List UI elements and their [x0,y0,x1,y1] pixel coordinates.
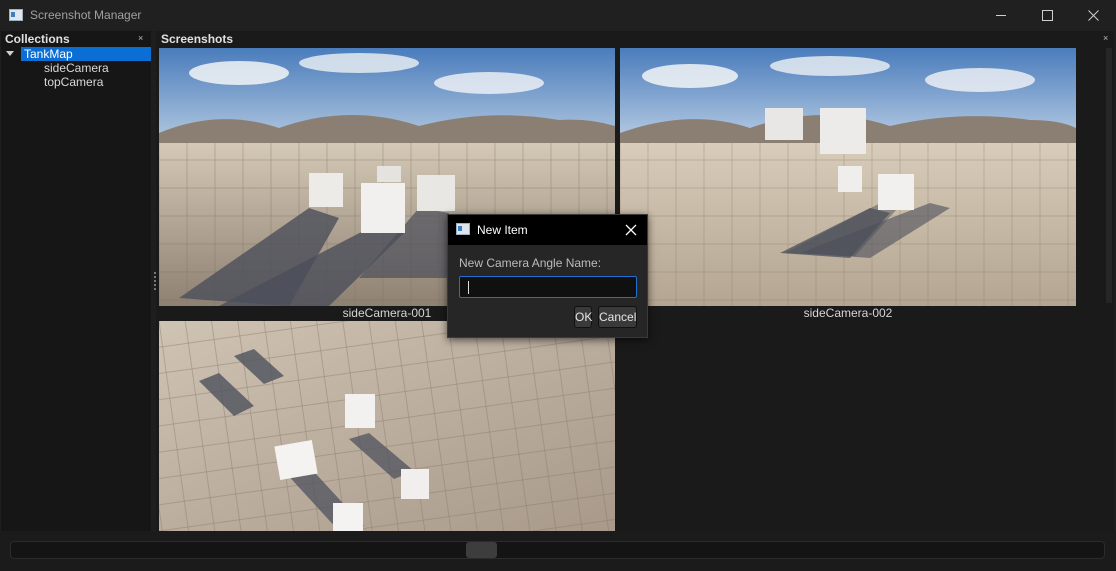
screenshot-caption: sideCamera-002 [803,306,893,320]
dialog-title: New Item [477,223,528,237]
tree-item-label: TankMap [24,47,73,61]
tree-item-label: sideCamera [44,61,109,75]
ok-button[interactable]: OK [574,306,592,328]
maximize-icon [1041,10,1053,21]
dialog-title-bar: New Item [448,215,647,245]
cancel-button[interactable]: Cancel [598,306,637,328]
minimize-icon [995,15,1006,16]
new-item-dialog: New Item New Camera Angle Name: OK Cance… [447,214,648,338]
close-icon [1087,10,1099,21]
screenshot-thumbnail[interactable] [159,321,615,531]
screenshot-thumbnail[interactable] [620,48,1076,306]
collections-panel [1,31,151,531]
close-icon[interactable] [624,223,638,237]
tree-item-label: topCamera [44,75,104,89]
tree-item-tankmap[interactable]: TankMap [21,47,151,61]
maximize-button[interactable] [1024,0,1070,31]
panel-close-icon[interactable]: × [138,33,143,43]
tree-item-sidecamera[interactable]: sideCamera [44,61,109,75]
tree-item-topcamera[interactable]: topCamera [44,75,103,89]
text-caret [468,281,469,294]
collections-header: Collections [5,32,70,46]
close-button[interactable] [1070,0,1116,31]
title-bar: Screenshot Manager [0,0,1116,31]
scrollbar-thumb[interactable] [466,542,497,558]
camera-angle-name-input[interactable] [459,276,637,298]
triangle-down-icon[interactable] [6,51,14,56]
vertical-scrollbar[interactable] [1106,48,1112,303]
horizontal-scrollbar[interactable] [10,541,1105,559]
window-title: Screenshot Manager [30,8,142,22]
minimize-button[interactable] [978,0,1024,31]
app-window-icon [9,9,23,21]
camera-angle-name-label: New Camera Angle Name: [459,256,602,270]
app-window-icon [456,223,470,235]
screenshots-header: Screenshots [161,32,234,46]
panel-close-icon[interactable]: × [1103,33,1108,43]
